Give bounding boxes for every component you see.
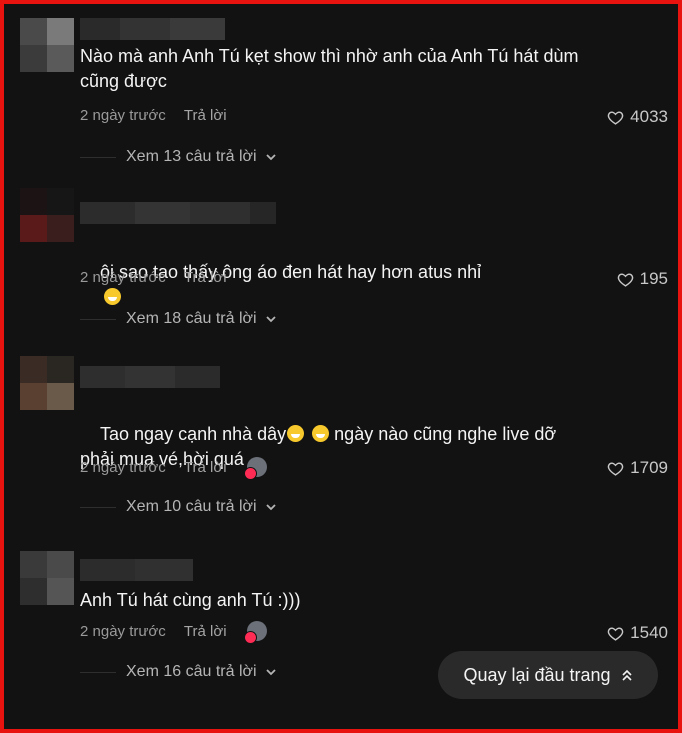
avatar[interactable]	[20, 188, 74, 242]
like-count: 195	[639, 269, 668, 288]
comment-time: 2 ngày trước	[80, 268, 166, 286]
back-to-top-button[interactable]: Quay lại đầu trang	[438, 651, 658, 699]
comment-time: 2 ngày trước	[80, 458, 166, 476]
comment-meta: 2 ngày trước Trả lời	[80, 268, 241, 288]
username-pixelated[interactable]	[80, 366, 225, 388]
comment-text-part1: Tao ngay cạnh nhà dây	[100, 424, 287, 444]
comment-meta: 2 ngày trước Trả lời	[80, 106, 241, 126]
comment-time: 2 ngày trước	[80, 106, 166, 124]
username-pixelated[interactable]	[80, 18, 250, 40]
reply-button[interactable]: Trả lời	[184, 623, 227, 640]
heart-badge-icon	[243, 467, 257, 480]
chevron-down-icon	[265, 154, 276, 161]
comment-item: ôi sao tao thấy ông áo đen hát hay hơn a…	[20, 188, 670, 338]
heart-outline-icon	[607, 626, 624, 641]
flushed-face-emoji-icon	[104, 288, 122, 305]
back-to-top-label: Quay lại đầu trang	[463, 664, 611, 685]
like-count: 4033	[630, 107, 668, 126]
view-replies-label: Xem 18 câu trả lời	[126, 310, 257, 327]
comment-text: Tao ngay cạnh nhà dây ngày nào cũng nghe…	[80, 397, 580, 497]
comment-text: Anh Tú hát cùng anh Tú :)))	[80, 590, 301, 610]
like-button[interactable]: 195	[617, 269, 668, 289]
view-replies-button[interactable]: Xem 10 câu trả lời	[80, 498, 277, 516]
reply-button[interactable]: Trả lời	[184, 269, 227, 286]
heart-outline-icon	[607, 110, 624, 125]
double-chevron-up-icon	[621, 669, 632, 681]
view-replies-button[interactable]: Xem 16 câu trả lời	[80, 663, 277, 681]
creator-liked-avatar	[243, 457, 267, 480]
view-replies-button[interactable]: Xem 13 câu trả lời	[80, 148, 277, 166]
comment-text: Nào mà anh Anh Tú kẹt show thì nhờ anh c…	[80, 46, 584, 91]
like-button[interactable]: 1709	[607, 458, 668, 478]
comment-item: Tao ngay cạnh nhà dây ngày nào cũng nghe…	[20, 356, 670, 526]
comment-time: 2 ngày trước	[80, 622, 166, 640]
avatar[interactable]	[20, 18, 74, 72]
avatar[interactable]	[20, 551, 74, 605]
heart-outline-icon	[607, 461, 624, 476]
comment-meta: 2 ngày trước Trả lời	[80, 457, 281, 480]
chevron-down-icon	[265, 504, 276, 511]
like-count: 1709	[630, 458, 668, 477]
like-button[interactable]: 4033	[607, 107, 668, 127]
username-pixelated[interactable]	[80, 559, 195, 581]
username-pixelated[interactable]	[80, 202, 280, 224]
heart-outline-icon	[617, 272, 633, 287]
heart-badge-icon	[243, 631, 257, 644]
chevron-down-icon	[265, 316, 276, 323]
avatar[interactable]	[20, 356, 74, 410]
grinning-face-emoji-icon	[312, 425, 330, 442]
view-replies-label: Xem 13 câu trả lời	[126, 148, 257, 165]
like-button[interactable]: 1540	[607, 623, 668, 643]
reply-button[interactable]: Trả lời	[184, 459, 227, 476]
creator-liked-avatar	[243, 621, 267, 644]
comment-meta: 2 ngày trước Trả lời	[80, 621, 281, 644]
comment-item: Nào mà anh Anh Tú kẹt show thì nhờ anh c…	[20, 18, 670, 168]
view-replies-label: Xem 16 câu trả lời	[126, 663, 257, 680]
view-replies-label: Xem 10 câu trả lời	[126, 498, 257, 515]
view-replies-button[interactable]: Xem 18 câu trả lời	[80, 310, 277, 328]
like-count: 1540	[630, 623, 668, 642]
chevron-down-icon	[265, 669, 276, 676]
reply-button[interactable]: Trả lời	[184, 107, 227, 124]
grinning-face-emoji-icon	[287, 425, 305, 442]
